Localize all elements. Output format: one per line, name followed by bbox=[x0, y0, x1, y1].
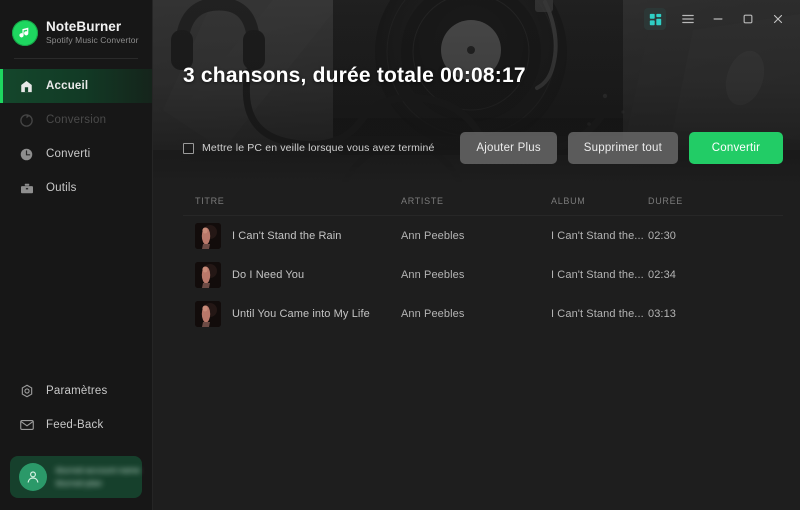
hamburger-menu-icon[interactable] bbox=[674, 6, 702, 32]
song-album: I Can't Stand the... bbox=[551, 268, 644, 281]
hero-action-bar: Mettre le PC en veille lorsque vous avez… bbox=[183, 132, 783, 164]
convert-button[interactable]: Convertir bbox=[689, 132, 783, 164]
user-account-name: blurred-account-name bbox=[56, 466, 141, 475]
column-header-duration: DURÉE bbox=[648, 196, 684, 206]
user-account-plan: blurred-plan bbox=[56, 479, 103, 488]
home-icon bbox=[18, 78, 35, 95]
sidebar: NoteBurner Spotify Music Convertor Accue… bbox=[0, 0, 153, 510]
sidebar-item-parametres[interactable]: Paramètres bbox=[0, 374, 152, 408]
hero-header: 3 chansons, durée totale 00:08:17 Mettre… bbox=[153, 0, 800, 187]
song-album: I Can't Stand the... bbox=[551, 229, 644, 242]
song-table: TITRE ARTISTE ALBUM DURÉE I Can't Stand … bbox=[153, 187, 800, 510]
song-album: I Can't Stand the... bbox=[551, 307, 644, 320]
sidebar-item-label: Outils bbox=[46, 182, 77, 194]
clock-icon bbox=[18, 146, 35, 163]
sidebar-item-outils[interactable]: Outils bbox=[0, 171, 152, 205]
song-duration: 03:13 bbox=[648, 307, 677, 320]
delete-all-button[interactable]: Supprimer tout bbox=[567, 132, 678, 164]
brand-subtitle: Spotify Music Convertor bbox=[46, 34, 139, 45]
close-icon[interactable] bbox=[764, 6, 792, 32]
page-title: 3 chansons, durée totale 00:08:17 bbox=[183, 64, 526, 87]
album-art-icon bbox=[195, 261, 221, 288]
sidebar-item-accueil[interactable]: Accueil bbox=[0, 69, 152, 103]
hero-buttons: Ajouter Plus Supprimer tout Convertir bbox=[460, 132, 783, 164]
envelope-icon bbox=[18, 417, 35, 434]
add-more-button[interactable]: Ajouter Plus bbox=[460, 132, 557, 164]
song-title: I Can't Stand the Rain bbox=[232, 229, 342, 242]
window-controls bbox=[644, 6, 792, 32]
sidebar-item-feedback[interactable]: Feed-Back bbox=[0, 408, 152, 442]
checkbox-box[interactable] bbox=[183, 142, 194, 154]
song-artist: Ann Peebles bbox=[401, 268, 465, 281]
music-note-icon bbox=[12, 19, 38, 46]
brand-name: NoteBurner bbox=[46, 19, 122, 35]
song-duration: 02:30 bbox=[648, 229, 677, 242]
toolbox-icon bbox=[18, 180, 35, 197]
album-art-icon bbox=[195, 300, 221, 327]
user-icon bbox=[19, 463, 47, 491]
brand-divider bbox=[14, 58, 138, 59]
song-artist: Ann Peebles bbox=[401, 229, 465, 242]
sidebar-item-label: Converti bbox=[46, 148, 91, 160]
sidebar-item-label: Paramètres bbox=[46, 385, 108, 397]
song-artist: Ann Peebles bbox=[401, 307, 465, 320]
gear-icon bbox=[18, 383, 35, 400]
sidebar-bottom-nav: Paramètres Feed-Back blurred-account-nam… bbox=[0, 374, 152, 510]
brand: NoteBurner Spotify Music Convertor bbox=[0, 0, 152, 52]
album-art-icon bbox=[195, 222, 221, 249]
sidebar-nav: Accueil Conversion Converti Outils bbox=[0, 69, 152, 205]
column-header-title: TITRE bbox=[195, 196, 225, 206]
refresh-icon bbox=[18, 112, 35, 129]
sidebar-item-label: Feed-Back bbox=[46, 419, 104, 431]
table-row[interactable]: Do I Need You Ann Peebles I Can't Stand … bbox=[183, 255, 783, 294]
sleep-pc-checkbox[interactable]: Mettre le PC en veille lorsque vous avez… bbox=[183, 142, 434, 154]
grid-four-squares-icon[interactable] bbox=[644, 8, 666, 30]
user-account-card[interactable]: blurred-account-name blurred-plan bbox=[10, 456, 142, 498]
sleep-pc-label: Mettre le PC en veille lorsque vous avez… bbox=[202, 142, 435, 154]
column-header-artist: ARTISTE bbox=[401, 196, 444, 206]
sidebar-item-label: Accueil bbox=[46, 80, 89, 92]
sidebar-item-conversion[interactable]: Conversion bbox=[0, 103, 152, 137]
column-header-album: ALBUM bbox=[551, 196, 586, 206]
main-content: 3 chansons, durée totale 00:08:17 Mettre… bbox=[153, 0, 800, 510]
app-window: NoteBurner Spotify Music Convertor Accue… bbox=[0, 0, 800, 510]
sidebar-item-converti[interactable]: Converti bbox=[0, 137, 152, 171]
maximize-icon[interactable] bbox=[734, 6, 762, 32]
song-title: Until You Came into My Life bbox=[232, 307, 370, 320]
song-duration: 02:34 bbox=[648, 268, 677, 281]
table-row[interactable]: I Can't Stand the Rain Ann Peebles I Can… bbox=[183, 216, 783, 255]
table-header-row: TITRE ARTISTE ALBUM DURÉE bbox=[183, 187, 783, 216]
song-title: Do I Need You bbox=[232, 268, 305, 281]
sidebar-item-label: Conversion bbox=[46, 114, 107, 126]
minimize-icon[interactable] bbox=[704, 6, 732, 32]
table-row[interactable]: Until You Came into My Life Ann Peebles … bbox=[183, 294, 783, 333]
